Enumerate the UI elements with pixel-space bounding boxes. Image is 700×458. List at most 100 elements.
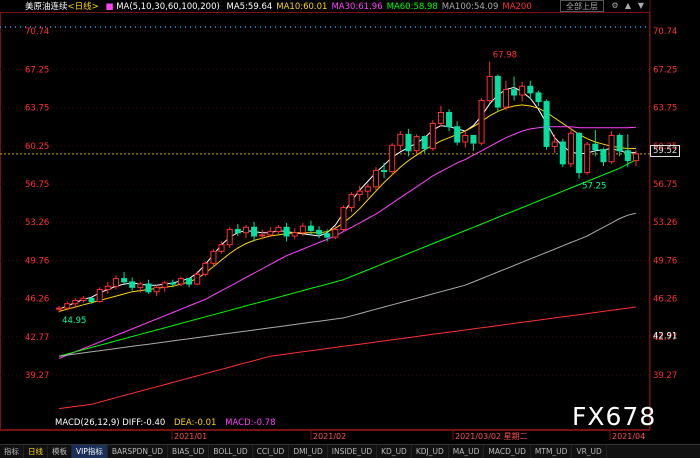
right-tick-label-5: 53.26 (653, 218, 677, 228)
candle-body-65 (584, 143, 591, 174)
instrument-name: 美原油连续 (25, 2, 68, 12)
ma-values: MA5:59.64 MA10:60.01 MA30:61.96 MA60:58.98 M… (227, 2, 536, 12)
candle-body-39 (372, 169, 379, 188)
left-tick-label-5: 53.26 (25, 218, 49, 228)
candle-body-15 (177, 278, 184, 285)
tab-1[interactable]: 模板 (48, 445, 72, 458)
right-tick-label-6: 49.76 (653, 256, 677, 266)
candle-body-20 (218, 244, 225, 252)
annotation-low-2: 44.95 (62, 316, 86, 326)
candle-body-17 (194, 273, 201, 285)
ma-value-4: MA100:54.09 (441, 2, 499, 12)
candle-body-56 (511, 89, 518, 96)
ma-icon[interactable]: ■ (105, 2, 113, 12)
candle-body-64 (576, 132, 583, 174)
macd-dea: DEA:-0.01 (174, 418, 217, 428)
left-tick-label-9: 39.27 (25, 371, 49, 381)
left-tick-label-6: 49.76 (25, 256, 49, 266)
macd-value: MACD:-0.78 (225, 418, 276, 428)
tab-5[interactable]: BOLL_UD (209, 445, 253, 458)
ma-params: MA(5,10,30,60,100,200) (116, 2, 220, 12)
settings-icon[interactable]: ⚙ (610, 1, 620, 11)
candle-body-41 (389, 144, 396, 173)
candle-body-24 (251, 226, 258, 237)
candle-body-9 (129, 281, 136, 288)
tab-9[interactable]: KD_UD (377, 445, 412, 458)
right-tick-label-7: 46.26 (653, 295, 677, 305)
candle-body-4 (88, 297, 95, 303)
left-tick-label-8: 42.77 (25, 333, 49, 343)
candle-body-58 (527, 85, 534, 94)
annotation-low-1: 57.25 (582, 182, 606, 192)
tab-4[interactable]: BIAS_UD (168, 445, 210, 458)
candle-body-33 (324, 233, 331, 238)
candle-body-8 (121, 278, 128, 283)
candle-body-35 (340, 207, 347, 230)
tab-3[interactable]: BARSPDN_UD (108, 445, 169, 458)
tab-13[interactable]: MTM_UD (531, 445, 573, 458)
candle-body-12 (153, 286, 160, 293)
price-chart[interactable]: 70.74 70.7467.25 67.2563.75 63.7560.25 60.25… (0, 0, 700, 444)
candle-body-19 (210, 250, 217, 264)
candle-body-34 (332, 228, 339, 238)
candle-body-21 (226, 228, 233, 246)
candle-body-55 (502, 89, 509, 108)
tab-0[interactable]: 日线 (24, 445, 48, 458)
candle-body-69 (616, 134, 623, 152)
candle-body-25 (259, 234, 266, 237)
candle-body-48 (446, 112, 453, 128)
tab-8[interactable]: INSIDE_UD (328, 445, 378, 458)
tab-6[interactable]: CCI_UD (253, 445, 290, 458)
chart-frame (0, 12, 650, 430)
candle-body-42 (397, 133, 404, 146)
left-tick-label-2: 63.75 (25, 104, 49, 114)
right-tick-label-1: 67.25 (653, 65, 677, 75)
candle-body-23 (242, 226, 249, 234)
candle-body-54 (494, 75, 501, 108)
candle-body-31 (307, 225, 314, 232)
left-tick-label-0: 70.74 (25, 27, 49, 37)
candle-body-52 (478, 100, 485, 144)
tab-10[interactable]: KDJ_UD (412, 445, 449, 458)
candle-body-38 (364, 186, 371, 192)
macd-diff: DIFF:-0.40 (122, 418, 166, 428)
candle-body-62 (559, 141, 566, 165)
candle-body-2 (72, 299, 79, 305)
tab-indicators-prefix[interactable]: 指标 (0, 445, 24, 458)
macd-readout: MACD(26,12,9) DIFF:-0.40 DEA:-0.01 MACD:… (55, 418, 282, 428)
tab-14[interactable]: VR_UD (572, 445, 607, 458)
period-label: <日线> (67, 2, 99, 12)
ma-line-ma200 (59, 306, 636, 410)
candle-body-14 (169, 282, 176, 285)
candle-body-53 (486, 75, 493, 102)
full-layer-button[interactable]: 全部上层 (560, 0, 604, 12)
left-tick-label-7: 46.26 (25, 295, 49, 305)
ma-value-0: MA5:59.64 (226, 2, 273, 12)
left-tick-label-4: 56.75 (25, 180, 49, 190)
right-tick-label-0: 70.74 (653, 27, 677, 37)
ma-line-ma60 (58, 159, 637, 357)
candle-body-28 (283, 226, 290, 237)
candle-body-0 (56, 307, 63, 310)
candle-body-30 (299, 225, 306, 234)
right-tick-label-9: 39.27 (653, 371, 677, 381)
candle-body-46 (429, 122, 436, 150)
candle-body-71 (632, 153, 639, 162)
ma-value-3: MA60:58.98 (386, 2, 438, 12)
tab-12[interactable]: MACD_UD (484, 445, 531, 458)
candle-body-22 (234, 228, 241, 234)
candle-body-6 (104, 285, 111, 291)
tab-11[interactable]: MA_UD (449, 445, 485, 458)
candle-body-43 (405, 133, 412, 152)
annotation-high-0: 67.98 (493, 50, 517, 60)
down-icon[interactable]: ▼ (636, 1, 646, 11)
tab-7[interactable]: DMI_UD (289, 445, 328, 458)
candle-body-45 (421, 136, 428, 150)
candle-body-11 (145, 283, 152, 293)
tab-2[interactable]: VIP指标 (72, 445, 108, 458)
right-tick-label-2: 63.75 (653, 104, 677, 114)
date-axis (0, 430, 650, 442)
up-icon[interactable]: ▲ (623, 1, 633, 11)
candle-body-49 (454, 126, 461, 143)
indicator-tabs: 指标 日线 模板 VIP指标 BARSPDN_UD BIAS_UD BOLL_UD CCI_U… (0, 444, 700, 458)
